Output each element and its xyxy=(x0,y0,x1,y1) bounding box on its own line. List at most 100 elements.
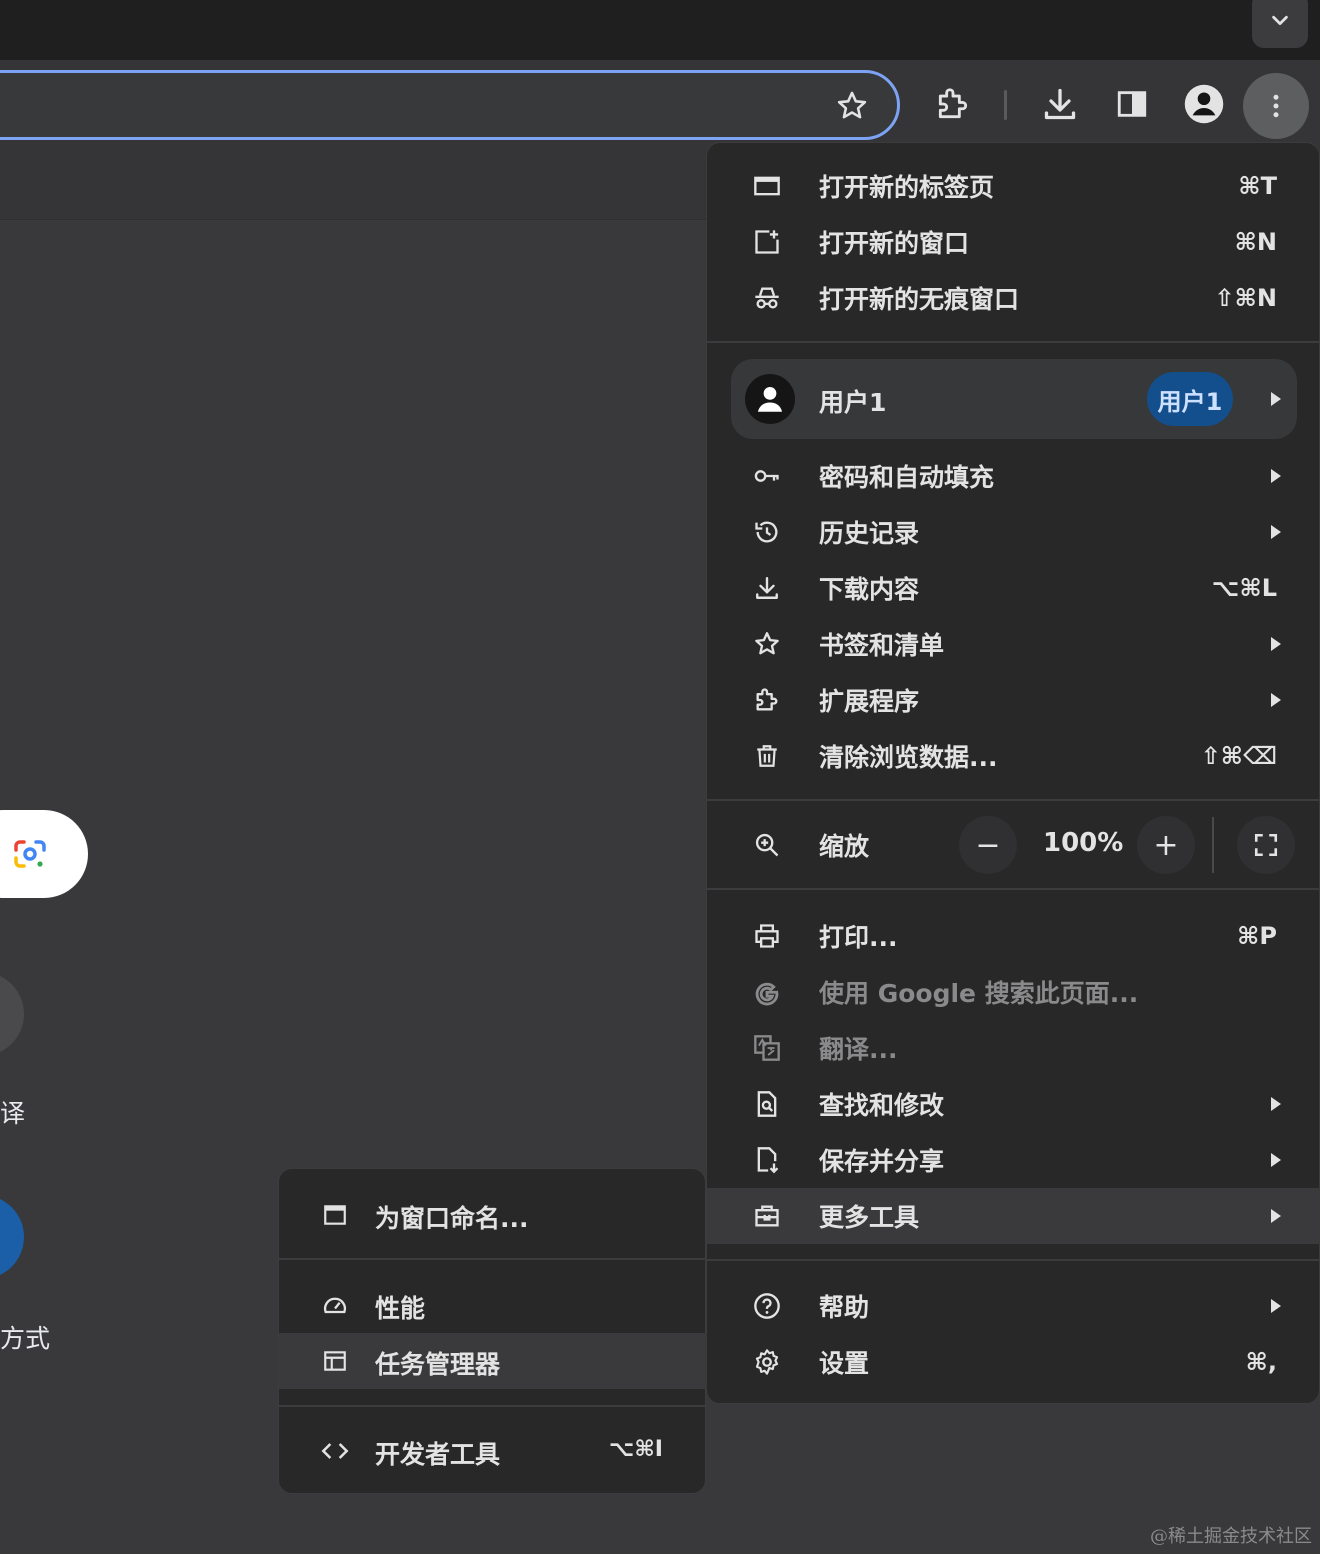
window-icon xyxy=(321,1201,349,1229)
menu-divider xyxy=(707,799,1320,801)
google-icon xyxy=(753,978,781,1006)
menu-item-label: 帮助 xyxy=(819,1293,870,1322)
menu-item-label: 下载内容 xyxy=(819,575,920,604)
chrome-menu-button[interactable] xyxy=(1243,73,1309,139)
menu-item-label: 清除浏览数据... xyxy=(819,743,998,772)
person-icon xyxy=(757,386,783,412)
zoom-out-button[interactable]: − xyxy=(959,816,1017,874)
puzzle-icon xyxy=(753,686,781,714)
menu-item-new-incognito-window[interactable]: 打开新的无痕窗口 ⇧⌘N xyxy=(707,270,1320,326)
shortcut-label: ⇧⌘⌫ xyxy=(1200,742,1277,770)
menu-item-label: 打印... xyxy=(819,923,898,952)
menu-item-translate: 翻译... xyxy=(707,1020,1320,1076)
zoom-in-button[interactable]: + xyxy=(1137,816,1195,874)
watermark: @稀土掘金技术社区 xyxy=(1150,1526,1312,1547)
menu-item-label: 更多工具 xyxy=(819,1203,920,1232)
submenu-item-performance[interactable]: 性能 xyxy=(279,1277,707,1333)
menu-divider xyxy=(279,1258,707,1260)
shortcut-label: ⌘N xyxy=(1234,228,1277,256)
shortcut-label: ⌘, xyxy=(1245,1348,1277,1376)
submenu-arrow-icon xyxy=(1271,1153,1281,1167)
menu-item-label: 保存并分享 xyxy=(819,1147,945,1176)
zoom-separator xyxy=(1212,817,1214,873)
download-icon xyxy=(1044,88,1076,120)
menu-item-passwords[interactable]: 密码和自动填充 xyxy=(707,448,1320,504)
menu-item-label: 密码和自动填充 xyxy=(819,463,995,492)
print-icon xyxy=(753,922,781,950)
menu-item-label: 打开新的标签页 xyxy=(819,173,995,202)
person-icon xyxy=(1184,84,1224,124)
menu-item-help[interactable]: 帮助 xyxy=(707,1278,1320,1334)
tab-search-button[interactable] xyxy=(1252,0,1308,48)
google-lens-icon xyxy=(14,840,46,868)
save-share-icon xyxy=(753,1146,781,1174)
menu-item-more-tools[interactable]: 更多工具 xyxy=(707,1188,1320,1244)
menu-item-label: 书签和清单 xyxy=(819,631,945,660)
address-bar[interactable] xyxy=(0,70,900,140)
menu-item-label: 性能 xyxy=(375,1294,426,1323)
submenu-item-name-window[interactable]: 为窗口命名... xyxy=(279,1187,707,1243)
menu-item-clear-browsing-data[interactable]: 清除浏览数据... ⇧⌘⌫ xyxy=(707,728,1320,784)
profile-badge: 用户1 xyxy=(1147,372,1233,426)
menu-item-label: 缩放 xyxy=(819,832,870,861)
side-panel-icon xyxy=(1117,91,1147,117)
shortcut-label: ⌥⌘L xyxy=(1211,574,1277,602)
submenu-arrow-icon xyxy=(1271,637,1281,651)
submenu-arrow-icon xyxy=(1271,693,1281,707)
submenu-arrow-icon xyxy=(1271,392,1281,406)
menu-item-label: 历史记录 xyxy=(819,519,920,548)
submenu-item-developer-tools[interactable]: 开发者工具 ⌥⌘I xyxy=(279,1423,707,1479)
side-panel-button[interactable] xyxy=(1110,82,1154,126)
extensions-button[interactable] xyxy=(931,82,975,126)
profile-name: 用户1 xyxy=(819,388,887,417)
menu-item-label: 打开新的无痕窗口 xyxy=(819,285,1020,314)
chevron-down-icon xyxy=(1272,15,1288,26)
submenu-arrow-icon xyxy=(1271,525,1281,539)
menu-item-extensions[interactable]: 扩展程序 xyxy=(707,672,1320,728)
task-manager-icon xyxy=(321,1347,349,1375)
menu-item-label: 翻译... xyxy=(819,1035,898,1064)
menu-item-label: 扩展程序 xyxy=(819,687,920,716)
shortcut-label: ⌘P xyxy=(1237,922,1277,950)
shortcut-label: ⌥⌘I xyxy=(609,1437,663,1462)
new-tab-icon xyxy=(753,172,781,200)
help-icon xyxy=(753,1292,781,1320)
avatar xyxy=(745,374,795,424)
menu-item-settings[interactable]: 设置 ⌘, xyxy=(707,1334,1320,1390)
zoom-level: 100% xyxy=(1043,828,1124,858)
menu-item-bookmarks[interactable]: 书签和清单 xyxy=(707,616,1320,672)
find-icon xyxy=(753,1090,781,1118)
menu-item-label: 查找和修改 xyxy=(819,1091,945,1120)
menu-item-label: 为窗口命名... xyxy=(375,1204,529,1233)
submenu-arrow-icon xyxy=(1271,1209,1281,1223)
toolbox-icon xyxy=(753,1202,781,1230)
menu-item-save-and-share[interactable]: 保存并分享 xyxy=(707,1132,1320,1188)
menu-item-new-window[interactable]: 打开新的窗口 ⌘N xyxy=(707,214,1320,270)
star-icon xyxy=(753,630,781,658)
menu-item-downloads[interactable]: 下载内容 ⌥⌘L xyxy=(707,560,1320,616)
menu-divider xyxy=(707,341,1320,343)
submenu-arrow-icon xyxy=(1271,1299,1281,1313)
menu-item-history[interactable]: 历史记录 xyxy=(707,504,1320,560)
shortcut-label: ⇧⌘N xyxy=(1214,284,1277,312)
translate-icon xyxy=(753,1034,781,1062)
fullscreen-button[interactable] xyxy=(1237,816,1295,874)
menu-item-label: 开发者工具 xyxy=(375,1440,501,1469)
more-vert-icon xyxy=(1273,94,1279,118)
menu-item-profile[interactable]: 用户1 用户1 xyxy=(731,359,1297,439)
submenu-arrow-icon xyxy=(1271,469,1281,483)
menu-item-find-and-edit[interactable]: 查找和修改 xyxy=(707,1076,1320,1132)
menu-divider xyxy=(707,888,1320,890)
bookmark-star-button[interactable] xyxy=(835,89,869,127)
downloads-button[interactable] xyxy=(1038,82,1082,126)
menu-item-label: 设置 xyxy=(819,1349,870,1378)
chrome-main-menu: 打开新的标签页 ⌘T 打开新的窗口 ⌘N 打开新的无痕窗口 ⇧⌘N 用户1 用户… xyxy=(706,142,1320,1404)
new-window-icon xyxy=(753,228,781,256)
shortcut-label-fragment: 方式 xyxy=(0,1324,51,1353)
menu-item-new-tab[interactable]: 打开新的标签页 ⌘T xyxy=(707,158,1320,214)
submenu-item-task-manager[interactable]: 任务管理器 xyxy=(279,1333,707,1389)
history-icon xyxy=(753,518,781,546)
profile-button[interactable] xyxy=(1182,82,1226,126)
menu-item-print[interactable]: 打印... ⌘P xyxy=(707,908,1320,964)
key-icon xyxy=(753,462,781,490)
